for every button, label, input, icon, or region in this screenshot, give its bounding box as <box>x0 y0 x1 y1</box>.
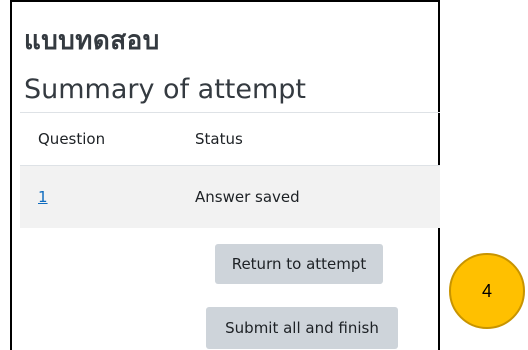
table-row: 1 Answer saved <box>20 166 440 228</box>
question-link[interactable]: 1 <box>38 188 48 206</box>
column-header-question: Question <box>38 130 106 148</box>
return-to-attempt-button[interactable]: Return to attempt <box>215 244 383 284</box>
column-header-status: Status <box>195 130 243 148</box>
submit-all-and-finish-button[interactable]: Submit all and finish <box>206 307 398 349</box>
question-cell: 1 <box>38 166 48 228</box>
summary-table: Question Status 1 Answer saved <box>20 112 440 228</box>
quiz-name-heading: แบบทดสอบ <box>24 26 160 56</box>
quiz-summary-panel: แบบทดสอบ Summary of attempt Question Sta… <box>10 0 440 350</box>
status-cell: Answer saved <box>195 188 300 206</box>
step-number-badge: 4 <box>449 253 525 329</box>
table-header-row: Question Status <box>20 113 440 166</box>
page-title: Summary of attempt <box>24 74 307 105</box>
